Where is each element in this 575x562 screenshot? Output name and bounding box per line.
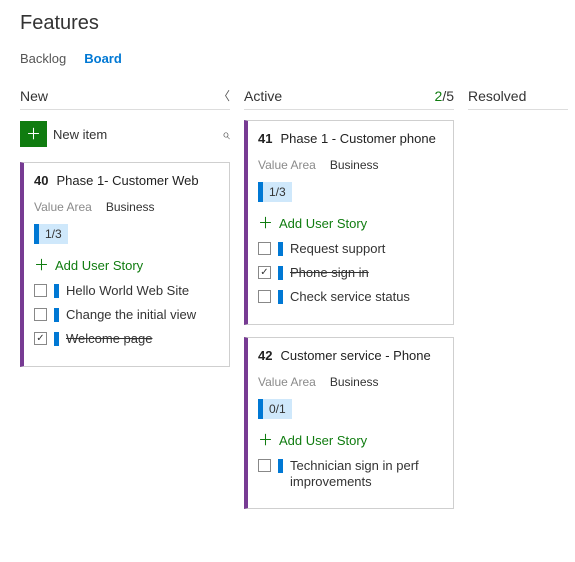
checkbox[interactable] [34, 308, 47, 321]
add-story-label: Add User Story [55, 258, 143, 273]
story-color-bar [278, 459, 283, 473]
story-color-bar [54, 332, 59, 346]
tab-bar: Backlog Board [20, 51, 555, 66]
add-user-story-button[interactable]: ＋ Add User Story [34, 258, 219, 273]
checkbox[interactable] [34, 284, 47, 297]
checkbox[interactable] [258, 266, 271, 279]
story-label: Welcome page [66, 331, 152, 347]
new-item-row: ＋ New item ⌕ [20, 120, 230, 148]
column-header-active: Active 2/5 [244, 88, 454, 110]
checkbox[interactable] [34, 332, 47, 345]
checkbox[interactable] [258, 290, 271, 303]
story-item[interactable]: Hello World Web Site [34, 283, 219, 299]
column-resolved: Resolved [468, 88, 568, 521]
add-story-label: Add User Story [279, 216, 367, 231]
story-item[interactable]: Check service status [258, 289, 443, 305]
column-header-new: New 〈 [20, 88, 230, 110]
story-item[interactable]: Request support [258, 241, 443, 257]
page-title: Features [20, 12, 555, 35]
progress-badge[interactable]: 1/3 [34, 224, 68, 244]
plus-icon: ＋ [258, 216, 273, 231]
column-title: New [20, 88, 48, 104]
story-label: Change the initial view [66, 307, 196, 323]
checkbox[interactable] [258, 459, 271, 472]
card-42[interactable]: 42 Customer service - Phone Value Area B… [244, 337, 454, 509]
search-icon[interactable]: ⌕ [222, 126, 230, 143]
field-value-value-area: Business [106, 200, 155, 214]
card-title: Phase 1 - Customer phone [280, 131, 435, 148]
progress-badge[interactable]: 1/3 [258, 182, 292, 202]
tab-board[interactable]: Board [84, 51, 122, 66]
column-header-resolved: Resolved [468, 88, 568, 110]
story-color-bar [54, 308, 59, 322]
field-value-value-area: Business [330, 158, 379, 172]
new-item-label[interactable]: New item [53, 127, 107, 142]
chevron-left-icon[interactable]: 〈 [218, 87, 230, 104]
field-label-value-area: Value Area [34, 200, 92, 214]
column-new: New 〈 ＋ New item ⌕ 40 Phase 1- Customer … [20, 88, 230, 521]
field-label-value-area: Value Area [258, 158, 316, 172]
story-label: Check service status [290, 289, 410, 305]
column-title: Resolved [468, 88, 526, 104]
checkbox[interactable] [258, 242, 271, 255]
story-color-bar [278, 266, 283, 280]
story-item[interactable]: Change the initial view [34, 307, 219, 323]
story-label: Hello World Web Site [66, 283, 189, 299]
card-40[interactable]: 40 Phase 1- Customer Web Value Area Busi… [20, 162, 230, 367]
story-label: Technician sign in perf improvements [290, 458, 443, 491]
card-title: Phase 1- Customer Web [56, 173, 198, 190]
add-story-label: Add User Story [279, 433, 367, 448]
story-label: Phone sign in [290, 265, 369, 281]
field-label-value-area: Value Area [258, 375, 316, 389]
card-id: 42 [258, 348, 272, 363]
card-id: 40 [34, 173, 48, 188]
new-item-button[interactable]: ＋ [20, 121, 47, 147]
story-item[interactable]: Technician sign in perf improvements [258, 458, 443, 491]
story-color-bar [278, 242, 283, 256]
card-41[interactable]: 41 Phase 1 - Customer phone Value Area B… [244, 120, 454, 325]
field-value-value-area: Business [330, 375, 379, 389]
wip-limit: /5 [442, 88, 454, 104]
story-color-bar [278, 290, 283, 304]
tab-backlog[interactable]: Backlog [20, 51, 66, 66]
progress-badge[interactable]: 0/1 [258, 399, 292, 419]
card-title: Customer service - Phone [280, 348, 430, 365]
plus-icon: ＋ [34, 258, 49, 273]
card-id: 41 [258, 131, 272, 146]
column-active: Active 2/5 41 Phase 1 - Customer phone V… [244, 88, 454, 521]
story-color-bar [54, 284, 59, 298]
story-label: Request support [290, 241, 385, 257]
story-item[interactable]: Phone sign in [258, 265, 443, 281]
board: New 〈 ＋ New item ⌕ 40 Phase 1- Customer … [20, 88, 555, 521]
add-user-story-button[interactable]: ＋ Add User Story [258, 433, 443, 448]
wip-indicator: 2/5 [435, 88, 454, 104]
add-user-story-button[interactable]: ＋ Add User Story [258, 216, 443, 231]
column-title: Active [244, 88, 282, 104]
plus-icon: ＋ [258, 433, 273, 448]
story-item[interactable]: Welcome page [34, 331, 219, 347]
plus-icon: ＋ [26, 127, 41, 142]
